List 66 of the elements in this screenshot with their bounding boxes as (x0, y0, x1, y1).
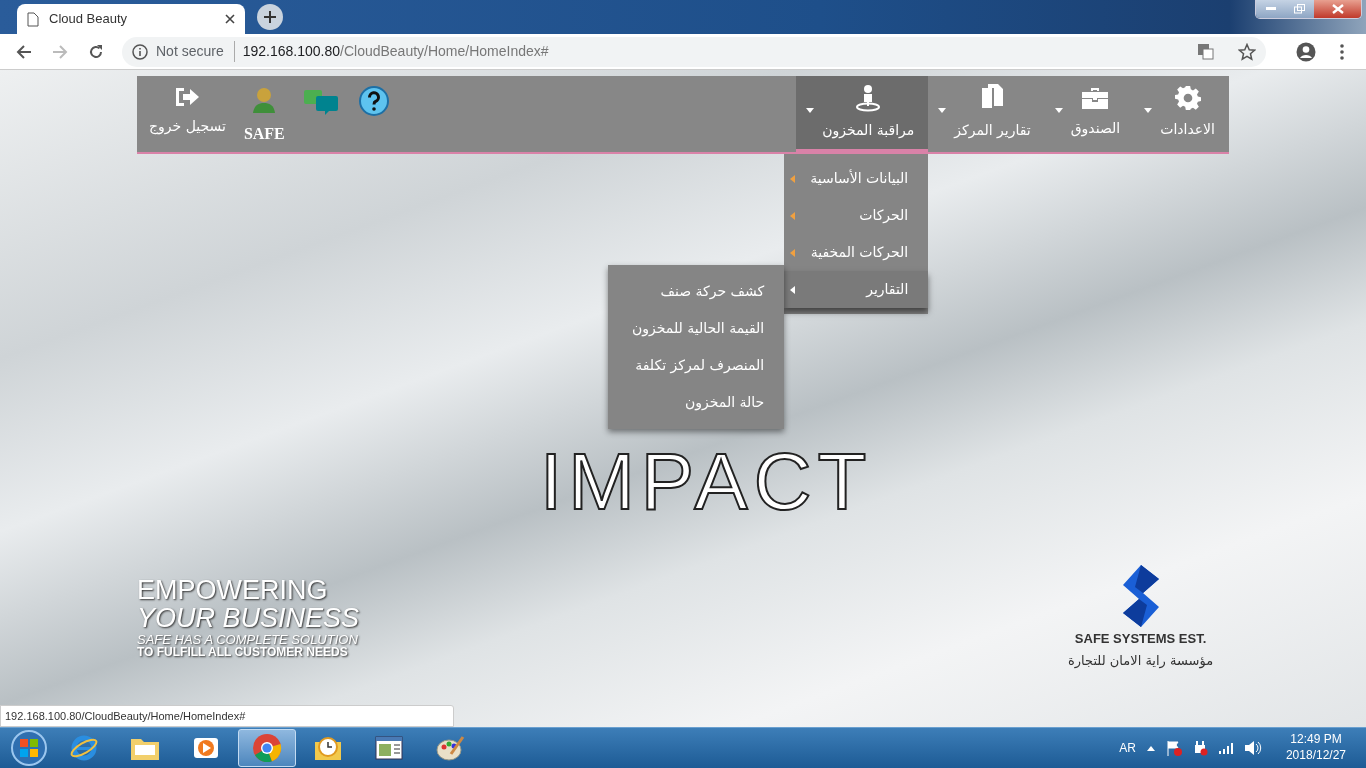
plus-icon (264, 11, 276, 23)
close-icon (1331, 4, 1344, 14)
browser-tab[interactable]: Cloud Beauty (17, 4, 245, 34)
tab-title: Cloud Beauty (49, 10, 129, 29)
clock[interactable]: 12:49 PM 2018/12/27 (1271, 732, 1360, 764)
submenu-item[interactable]: القيمة الحالية للمخزون (608, 310, 785, 347)
logout-button[interactable]: تسجيل خروج (149, 86, 226, 137)
minimize-icon (1265, 7, 1276, 11)
paint-palette-icon (435, 734, 465, 762)
reload-icon (88, 43, 104, 60)
menu-tab[interactable]: الاعدادات (1134, 76, 1229, 152)
person-pin-icon (854, 83, 883, 112)
gear-icon (1174, 84, 1201, 111)
submenu-item[interactable]: كشف حركة صنف (608, 273, 785, 310)
show-hidden-icons-icon[interactable] (1145, 744, 1156, 752)
new-tab-button[interactable] (257, 4, 283, 30)
slogan-text: TO FULFILL ALL CUSTOMER NEEDS (137, 646, 349, 659)
menu-item[interactable]: التقارير (784, 271, 929, 308)
caret-icon (938, 108, 947, 113)
help-icon[interactable] (358, 86, 389, 116)
logo-text: IMPACT (540, 442, 873, 522)
menu-item[interactable]: الحركات (784, 197, 929, 234)
briefcase-icon (1081, 85, 1110, 110)
user-button[interactable]: SAFE (243, 86, 285, 146)
page-icon (27, 11, 39, 27)
language-indicator[interactable]: AR (1119, 739, 1136, 757)
translate-icon[interactable] (1198, 43, 1214, 60)
forward-arrow-icon (52, 43, 68, 60)
arrow-icon (790, 248, 796, 257)
close-button[interactable] (1314, 0, 1361, 18)
user-icon (251, 86, 278, 114)
menu-item[interactable]: الحركات المخفية (784, 234, 929, 271)
media-player-icon (193, 735, 219, 761)
menu-tab[interactable]: الصندوق (1044, 76, 1135, 152)
browser-e-icon (70, 734, 98, 762)
status-url: 192.168.100.80/CloudBeauty/Home/HomeIndex# (0, 704, 454, 727)
info-icon (132, 43, 148, 60)
slogan-text: EMPOWERING (137, 576, 329, 605)
close-icon[interactable] (225, 14, 235, 24)
company-name-arabic: مؤسسة راية الامان للتجارة (1068, 651, 1214, 670)
signal-icon[interactable] (1217, 741, 1234, 755)
slogan-text: SAFE HAS A COMPLETE SOLUTION (137, 632, 359, 647)
company-logo-icon (1120, 565, 1161, 627)
submenu-item[interactable]: المنصرف لمركز تكلفة (608, 347, 785, 384)
slogan-text: YOUR BUSINESS (137, 604, 360, 633)
arrow-icon (790, 285, 796, 294)
submenu-item[interactable]: حالة المخزون (608, 384, 785, 421)
address-bar[interactable]: Not secure 192.168.100.80/CloudBeauty/Home/HomeIndex# (122, 36, 1266, 67)
window-icon (375, 736, 403, 760)
back-arrow-icon (16, 43, 32, 60)
company-name: SAFE SYSTEMS EST. (1074, 630, 1207, 648)
volume-icon[interactable] (1243, 740, 1262, 756)
menu-tab[interactable]: تقارير المركز (928, 76, 1045, 152)
bookmark-star-icon[interactable] (1238, 42, 1256, 61)
arrow-icon (790, 211, 796, 220)
chrome-icon (252, 733, 282, 763)
menu-item[interactable]: البيانات الأساسية (784, 160, 929, 197)
menu-tab[interactable]: مراقبة المخزون (796, 76, 929, 152)
logout-icon (174, 86, 201, 108)
caret-icon (1054, 108, 1063, 113)
caret-icon (1144, 108, 1153, 113)
flag-icon[interactable] (1165, 740, 1182, 756)
caret-icon (806, 108, 815, 113)
arrow-icon (790, 174, 796, 183)
restore-icon (1294, 4, 1305, 14)
mail-clock-icon (313, 734, 343, 762)
